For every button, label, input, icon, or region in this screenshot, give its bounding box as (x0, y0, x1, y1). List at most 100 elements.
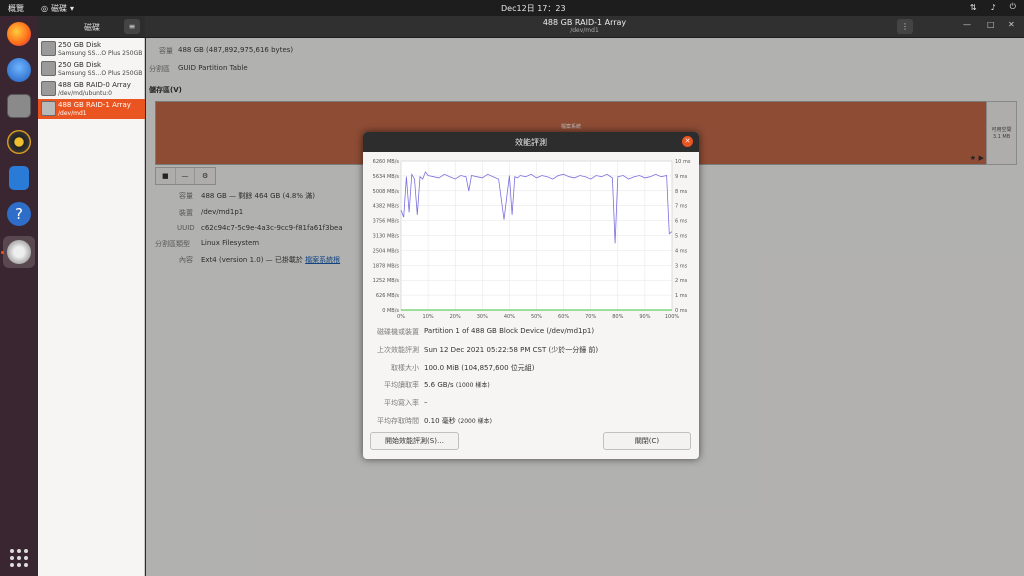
x-tick-label: 100% (665, 314, 680, 320)
activities-button[interactable]: 概覽 (8, 3, 24, 14)
sidebar-title: 磁碟 (84, 23, 100, 32)
y-tick-label-left: 3130 MB/s (373, 234, 400, 240)
rhythmbox-icon[interactable] (7, 130, 31, 154)
benchmark-dialog: 效能評測 ✕ 6260 MB/s 10 ms 5634 MB/s 9 ms 5008 M… (363, 132, 699, 459)
chevron-down-icon: ▾ (69, 4, 74, 13)
info-value: 5.6 GB/s (1000 樣本) (424, 380, 490, 389)
files-icon[interactable] (7, 94, 31, 118)
y-tick-label-right: 9 ms (675, 174, 688, 180)
dialog-titlebar: 效能評測 (363, 132, 699, 152)
info-value-text: 100.0 MiB (104,857,600 位元組) (424, 364, 535, 372)
raid-icon (41, 101, 56, 116)
disk-item[interactable]: 250 GB Disk Samsung SS…O Plus 250GB (38, 39, 145, 59)
y-tick-label-right: 8 ms (675, 189, 688, 195)
y-tick-label-right: 7 ms (675, 204, 688, 210)
disk-subtitle: /dev/md/ubuntu:0 (58, 90, 112, 97)
sidebar-header: 磁碟 ≡ (38, 16, 145, 38)
disk-item-selected[interactable]: 488 GB RAID-1 Array /dev/md1 (38, 99, 145, 119)
info-value: Sun 12 Dec 2021 05:22:58 PM CST (少於一分鐘 前… (424, 345, 598, 355)
disk-title: 250 GB Disk (58, 41, 102, 49)
info-row: 平均寫入率 – (363, 398, 699, 414)
info-key: 磁碟機或裝置 (377, 328, 419, 336)
disk-title: 250 GB Disk (58, 61, 102, 69)
info-key: 平均寫入率 (384, 399, 419, 407)
close-button[interactable]: 關閉(C) (603, 432, 691, 450)
x-tick-label: 0% (397, 314, 405, 320)
y-tick-label-left: 5008 MB/s (373, 189, 400, 195)
info-row: 平均讀取率 5.6 GB/s (1000 樣本) (363, 380, 699, 396)
x-tick-label: 70% (585, 314, 596, 320)
running-indicator (1, 251, 4, 254)
info-value-text: – (424, 398, 428, 406)
y-tick-label-right: 4 ms (675, 248, 688, 254)
maximize-icon[interactable]: □ (987, 20, 995, 29)
info-sample-count: (1000 樣本) (455, 382, 490, 389)
close-icon[interactable]: ✕ (1008, 20, 1015, 29)
minimize-icon[interactable]: — (963, 20, 971, 29)
info-row: 磁碟機或裝置 Partition 1 of 488 GB Block Devic… (363, 327, 699, 343)
y-tick-label-left: 6260 MB/s (373, 159, 400, 165)
help-icon[interactable]: ? (7, 202, 31, 226)
x-tick-label: 80% (612, 314, 623, 320)
x-tick-label: 10% (423, 314, 434, 320)
y-tick-label-right: 3 ms (675, 263, 688, 269)
x-tick-label: 30% (477, 314, 488, 320)
power-icon[interactable]: ⏻ (1010, 2, 1016, 12)
disk-subtitle: /dev/md1 (58, 110, 87, 117)
info-row: 取樣大小 100.0 MiB (104,857,600 位元組) (363, 363, 699, 379)
app-menu-label: 磁碟 (50, 4, 67, 13)
volume-icon[interactable]: ♪ (991, 3, 996, 12)
window-title: 488 GB RAID-1 Array (542, 18, 627, 27)
more-options-icon[interactable]: ⋮ (897, 19, 913, 34)
info-key: 上次效能評測 (377, 346, 419, 354)
main-header: 488 GB RAID-1 Array /dev/md1 ⋮ — □ ✕ (145, 16, 1024, 38)
disks-app-icon: ◎ (41, 4, 48, 13)
x-tick-label: 60% (558, 314, 569, 320)
disk-title: 488 GB RAID-0 Array (58, 81, 131, 89)
top-bar: 概覽 ◎ 磁碟 ▾ Dec12日 17：23 ⇅ ♪ ⏻ (0, 0, 1024, 16)
y-tick-label-left: 1878 MB/s (373, 263, 400, 269)
dock: ? (0, 16, 38, 576)
system-tray[interactable]: ⇅ ♪ ⏻ (970, 2, 1016, 12)
disk-item[interactable]: 488 GB RAID-0 Array /dev/md/ubuntu:0 (38, 79, 145, 99)
info-value-text: Sun 12 Dec 2021 05:22:58 PM CST (少於一分鐘 前… (424, 346, 599, 354)
y-tick-label-right: 6 ms (675, 219, 688, 225)
start-benchmark-button[interactable]: 開始效能評測(S)… (370, 432, 459, 450)
dialog-close-icon[interactable]: ✕ (682, 136, 693, 147)
app-menu[interactable]: ◎ 磁碟 ▾ (41, 3, 74, 14)
x-tick-label: 20% (450, 314, 461, 320)
y-tick-label-right: 2 ms (675, 278, 688, 284)
y-tick-label-left: 626 MB/s (376, 293, 400, 299)
info-row: 上次效能評測 Sun 12 Dec 2021 05:22:58 PM CST (… (363, 345, 699, 361)
y-tick-label-left: 4382 MB/s (373, 204, 400, 210)
y-tick-label-left: 3756 MB/s (373, 219, 400, 225)
writer-icon[interactable] (9, 166, 29, 190)
window-subtitle: /dev/md1 (570, 27, 599, 34)
dialog-title: 效能評測 (515, 137, 547, 147)
info-value: 100.0 MiB (104,857,600 位元組) (424, 363, 535, 373)
network-icon[interactable]: ⇅ (970, 3, 977, 12)
y-tick-label-left: 5634 MB/s (373, 174, 400, 180)
clock[interactable]: Dec12日 17：23 (501, 3, 566, 14)
raid-icon (41, 81, 56, 96)
disk-item[interactable]: 250 GB Disk Samsung SS…O Plus 250GB (38, 59, 145, 79)
menu-icon[interactable]: ≡ (124, 19, 140, 34)
y-tick-label-left: 2504 MB/s (373, 248, 400, 254)
benchmark-chart: 6260 MB/s 10 ms 5634 MB/s 9 ms 5008 MB/s 8 ms… (373, 159, 691, 320)
apps-grid-icon[interactable] (10, 549, 28, 567)
x-tick-label: 90% (639, 314, 650, 320)
info-row: 平均存取時間 0.10 毫秒 (2000 樣本) (363, 416, 699, 432)
info-value: – (424, 398, 428, 406)
disks-icon[interactable] (7, 240, 31, 264)
info-sample-count: (2000 樣本) (458, 418, 492, 425)
disk-list: 250 GB Disk Samsung SS…O Plus 250GB 250 … (38, 38, 145, 576)
info-value: 0.10 毫秒 (2000 樣本) (424, 416, 492, 426)
info-key: 平均存取時間 (377, 417, 419, 425)
firefox-icon[interactable] (7, 22, 31, 46)
disk-title: 488 GB RAID-1 Array (58, 101, 131, 109)
info-key: 取樣大小 (391, 364, 419, 372)
disk-subtitle: Samsung SS…O Plus 250GB (58, 50, 143, 57)
y-tick-label-right: 5 ms (675, 234, 688, 240)
info-value-text: Partition 1 of 488 GB Block Device (/dev… (424, 327, 595, 335)
thunderbird-icon[interactable] (7, 58, 31, 82)
